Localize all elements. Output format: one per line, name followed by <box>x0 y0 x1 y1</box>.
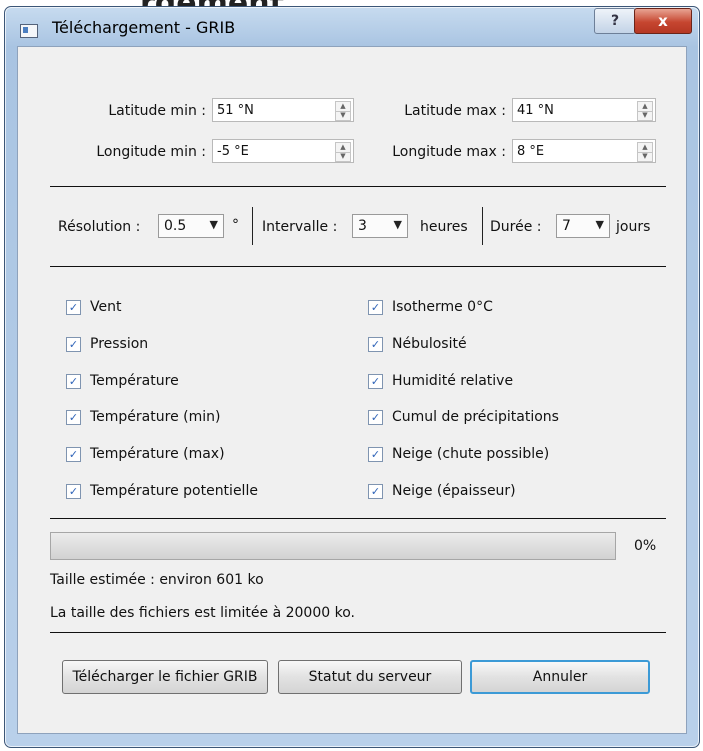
checkbox-label: Neige (chute possible) <box>392 446 550 463</box>
checkbox-label: Pression <box>90 335 149 352</box>
checkbox[interactable]: ✓ <box>368 484 383 499</box>
checkbox[interactable]: ✓ <box>66 447 81 463</box>
checkbox[interactable]: ✓ <box>66 300 81 315</box>
checkbox-label: Cumul de précipitations <box>392 409 559 426</box>
progress-percent: 0% <box>634 538 657 554</box>
separator <box>482 207 483 245</box>
chevron-down-icon: ▼ <box>209 218 218 231</box>
help-button[interactable]: ? <box>594 8 636 34</box>
duration-unit: jours <box>616 219 651 235</box>
checkbox-label: Neige (épaisseur) <box>392 483 516 499</box>
check-icon: ✓ <box>370 301 381 314</box>
parameter-checkbox-row[interactable]: ✓ Température potentielle <box>66 483 346 505</box>
longitude-min-label: Longitude min : <box>96 144 206 160</box>
checkbox-label: Humidité relative <box>392 372 514 389</box>
checkbox[interactable]: ✓ <box>66 373 81 389</box>
duration-label: Durée : <box>490 219 542 235</box>
checkbox[interactable]: ✓ <box>66 410 81 426</box>
parameter-checkbox-row[interactable]: ✓ Température (min) <box>66 409 346 431</box>
size-limit-text: La taille des fichiers est limitée à 200… <box>50 605 355 621</box>
server-status-button[interactable]: Statut du serveur <box>278 660 462 694</box>
parameter-checkbox-row[interactable]: ✓ Isotherme 0°C <box>368 299 658 321</box>
checkbox-label: Température (min) <box>90 409 221 426</box>
checkbox-label: Vent <box>90 299 122 315</box>
interval-label: Intervalle : <box>262 219 338 235</box>
duration-value: 7 <box>562 218 571 234</box>
resolution-combo[interactable]: 0.5 ▼ <box>158 214 224 238</box>
checkbox[interactable]: ✓ <box>368 410 383 426</box>
check-icon: ✓ <box>68 337 79 351</box>
interval-unit: heures <box>420 219 468 235</box>
separator <box>252 207 253 245</box>
check-icon: ✓ <box>68 374 79 388</box>
estimated-size-text: Taille estimée : environ 601 ko <box>50 572 264 588</box>
spin-arrows-icon[interactable]: ▲ ▼ <box>637 101 653 121</box>
download-grib-button[interactable]: Télécharger le fichier GRIB <box>62 660 268 694</box>
duration-combo[interactable]: 7 ▼ <box>556 214 610 238</box>
parameter-checkbox-row[interactable]: ✓ Cumul de précipitations <box>368 409 658 431</box>
check-icon: ✓ <box>68 411 79 425</box>
chevron-down-icon: ▼ <box>393 218 402 231</box>
check-icon: ✓ <box>68 448 79 462</box>
check-icon: ✓ <box>370 374 381 388</box>
latitude-max-spinbox[interactable]: 41 °N ▲ ▼ <box>512 98 656 122</box>
spin-arrows-icon[interactable]: ▲ ▼ <box>637 142 653 162</box>
resolution-label: Résolution : <box>58 219 141 235</box>
latitude-max-label: Latitude max : <box>404 103 506 119</box>
checkbox[interactable]: ✓ <box>368 300 383 315</box>
cancel-button[interactable]: Annuler <box>470 660 650 694</box>
parameter-checkbox-row[interactable]: ✓ Température <box>66 373 346 395</box>
window-title: Téléchargement - GRIB <box>52 18 236 37</box>
resolution-value: 0.5 <box>164 218 187 234</box>
checkbox[interactable]: ✓ <box>368 373 383 389</box>
parameter-checkbox-row[interactable]: ✓ Neige (chute possible) <box>368 446 658 468</box>
latitude-max-value: 41 °N <box>517 103 554 118</box>
longitude-max-label: Longitude max : <box>392 144 506 160</box>
parameter-checkbox-row[interactable]: ✓ Température (max) <box>66 446 346 468</box>
interval-combo[interactable]: 3 ▼ <box>352 214 408 238</box>
checkbox[interactable]: ✓ <box>66 484 81 499</box>
checkbox-label: Température (max) <box>90 446 225 463</box>
window-icon <box>20 24 38 38</box>
checkbox-label: Nébulosité <box>392 335 467 352</box>
separator <box>50 632 666 633</box>
latitude-min-value: 51 °N <box>217 103 254 118</box>
longitude-min-value: -5 °E <box>217 144 249 159</box>
interval-value: 3 <box>358 218 367 234</box>
check-icon: ✓ <box>68 485 79 498</box>
checkbox-label: Isotherme 0°C <box>392 299 493 315</box>
parameter-checkbox-row[interactable]: ✓ Vent <box>66 299 346 321</box>
checkbox[interactable]: ✓ <box>368 336 383 352</box>
parameter-checkbox-row[interactable]: ✓ Neige (épaisseur) <box>368 483 658 505</box>
separator <box>50 266 666 267</box>
checkbox-label: Température potentielle <box>90 483 258 499</box>
check-icon: ✓ <box>370 448 381 462</box>
checkbox-label: Température <box>90 372 179 389</box>
parameter-checkbox-row[interactable]: ✓ Humidité relative <box>368 373 658 395</box>
longitude-min-spinbox[interactable]: -5 °E ▲ ▼ <box>212 139 354 163</box>
longitude-max-value: 8 °E <box>517 144 545 159</box>
check-icon: ✓ <box>370 485 381 498</box>
check-icon: ✓ <box>370 337 381 351</box>
close-button[interactable]: x <box>634 8 692 34</box>
longitude-max-spinbox[interactable]: 8 °E ▲ ▼ <box>512 139 656 163</box>
latitude-min-label: Latitude min : <box>108 103 206 119</box>
check-icon: ✓ <box>68 301 79 314</box>
parameter-checkbox-row[interactable]: ✓ Nébulosité <box>368 336 658 358</box>
chevron-down-icon: ▼ <box>595 218 604 231</box>
separator <box>50 186 666 187</box>
checkbox[interactable]: ✓ <box>368 447 383 463</box>
check-icon: ✓ <box>370 411 381 425</box>
checkbox[interactable]: ✓ <box>66 336 81 352</box>
spin-arrows-icon[interactable]: ▲ ▼ <box>335 142 351 162</box>
parameter-checkbox-row[interactable]: ✓ Pression <box>66 336 346 358</box>
spin-arrows-icon[interactable]: ▲ ▼ <box>335 101 351 121</box>
resolution-unit: ° <box>232 217 239 233</box>
separator <box>50 518 666 519</box>
latitude-min-spinbox[interactable]: 51 °N ▲ ▼ <box>212 98 354 122</box>
download-progress-bar <box>50 532 616 560</box>
